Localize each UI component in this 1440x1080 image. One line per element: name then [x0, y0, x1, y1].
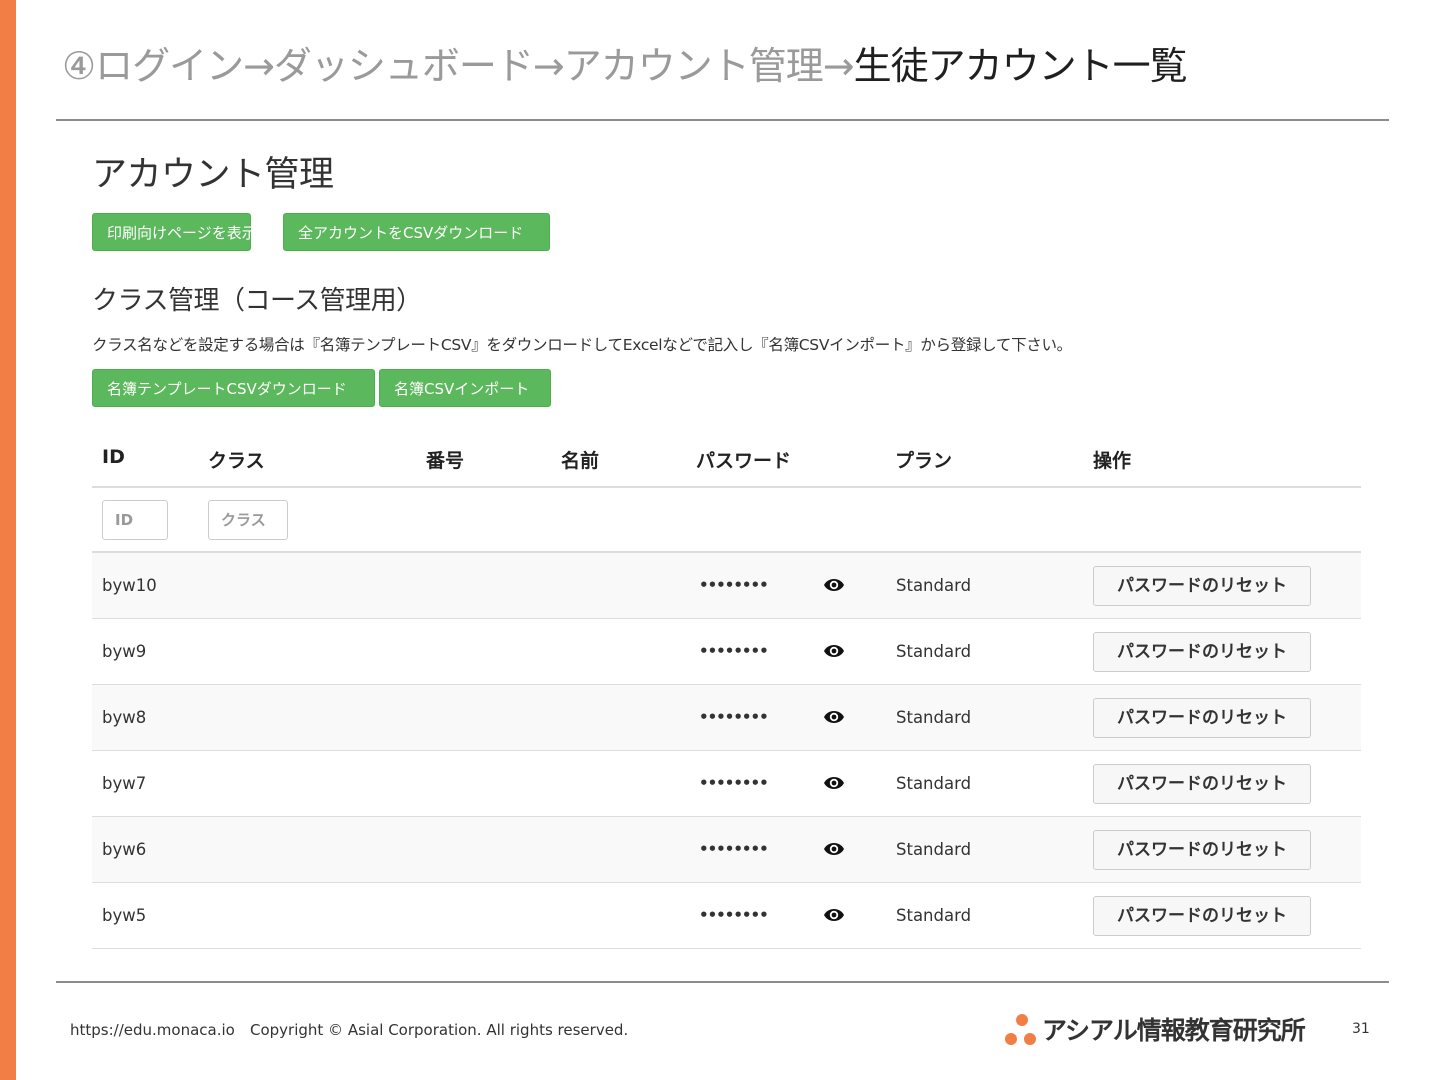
class-filter-input[interactable]	[208, 500, 288, 540]
slide-accent-bar	[0, 0, 16, 1080]
slide-title-path: ④ログイン→ダッシュボード→アカウント管理→	[62, 44, 855, 88]
row-plan: Standard	[896, 642, 972, 661]
column-header-class[interactable]: クラス	[208, 446, 265, 473]
reset-password-button[interactable]: パスワードのリセット	[1093, 896, 1311, 936]
row-password-masked: ••••••••	[699, 708, 769, 726]
reset-password-button[interactable]: パスワードのリセット	[1093, 566, 1311, 606]
roster-csv-import-button[interactable]: 名簿CSVインポート	[379, 369, 551, 407]
title-divider	[56, 119, 1389, 121]
row-password-masked: ••••••••	[699, 774, 769, 792]
slide-title: ④ログイン→ダッシュボード→アカウント管理→生徒アカウント一覧	[62, 36, 1188, 96]
row-id: byw7	[102, 774, 147, 793]
eye-icon[interactable]	[823, 708, 845, 726]
column-header-number[interactable]: 番号	[426, 446, 464, 473]
row-plan: Standard	[896, 906, 972, 925]
row-id: byw6	[102, 840, 147, 859]
class-management-heading: クラス管理（コース管理用）	[92, 286, 422, 316]
class-management-help: クラス名などを設定する場合は『名簿テンプレートCSV』をダウンロードしてExce…	[92, 336, 1072, 354]
student-accounts-table: ID クラス 番号 名前 パスワード プラン 操作 byw10 •••••••• S…	[92, 432, 1361, 949]
asial-logo-icon	[1005, 1014, 1036, 1045]
row-plan: Standard	[896, 576, 972, 595]
reset-password-button[interactable]: パスワードのリセット	[1093, 764, 1311, 804]
row-id: byw5	[102, 906, 147, 925]
table-row: byw9 •••••••• Standard パスワードのリセット	[92, 619, 1361, 685]
column-header-actions: 操作	[1093, 450, 1132, 472]
print-page-button[interactable]: 印刷向けページを表示	[92, 213, 257, 251]
footer-url[interactable]: https://edu.monaca.io	[70, 1021, 235, 1039]
roster-template-download-button[interactable]: 名簿テンプレートCSVダウンロード	[92, 369, 375, 407]
table-row: byw6 •••••••• Standard パスワードのリセット	[92, 817, 1361, 883]
slide-title-current: 生徒アカウント一覧	[853, 44, 1188, 88]
row-plan: Standard	[896, 708, 972, 727]
footer-divider	[56, 981, 1389, 983]
column-header-id[interactable]: ID	[102, 446, 125, 468]
reset-password-button[interactable]: パスワードのリセット	[1093, 698, 1311, 738]
row-password-masked: ••••••••	[699, 642, 769, 660]
table-row: byw5 •••••••• Standard パスワードのリセット	[92, 883, 1361, 949]
row-password-masked: ••••••••	[699, 840, 769, 858]
row-password-masked: ••••••••	[699, 906, 769, 924]
eye-icon[interactable]	[823, 906, 845, 924]
table-header: ID クラス 番号 名前 パスワード プラン 操作	[92, 432, 1361, 488]
reset-password-button[interactable]: パスワードのリセット	[1093, 632, 1311, 672]
eye-icon[interactable]	[823, 774, 845, 792]
row-password-masked: ••••••••	[699, 576, 769, 594]
footer-logo-text: アシアル情報教育研究所	[1042, 1016, 1306, 1045]
table-row: byw8 •••••••• Standard パスワードのリセット	[92, 685, 1361, 751]
row-id: byw9	[102, 642, 147, 661]
filter-row	[92, 488, 1361, 553]
column-header-password[interactable]: パスワード	[696, 446, 791, 473]
table-row: byw7 •••••••• Standard パスワードのリセット	[92, 751, 1361, 817]
id-filter-input[interactable]	[102, 500, 168, 540]
table-row: byw10 •••••••• Standard パスワードのリセット	[92, 553, 1361, 619]
row-id: byw10	[102, 576, 157, 595]
column-header-name[interactable]: 名前	[561, 446, 599, 473]
column-header-plan[interactable]: プラン	[895, 446, 952, 473]
table-body: byw10 •••••••• Standard パスワードのリセット byw9 •••••…	[92, 553, 1361, 949]
page-title: アカウント管理	[92, 155, 334, 195]
row-id: byw8	[102, 708, 147, 727]
footer-copyright: Copyright © Asial Corporation. All right…	[250, 1021, 629, 1039]
row-plan: Standard	[896, 840, 972, 859]
page-number: 31	[1352, 1021, 1370, 1037]
eye-icon[interactable]	[823, 642, 845, 660]
eye-icon[interactable]	[823, 576, 845, 594]
download-all-csv-button[interactable]: 全アカウントをCSVダウンロード	[283, 213, 550, 251]
row-plan: Standard	[896, 774, 972, 793]
eye-icon[interactable]	[823, 840, 845, 858]
reset-password-button[interactable]: パスワードのリセット	[1093, 830, 1311, 870]
